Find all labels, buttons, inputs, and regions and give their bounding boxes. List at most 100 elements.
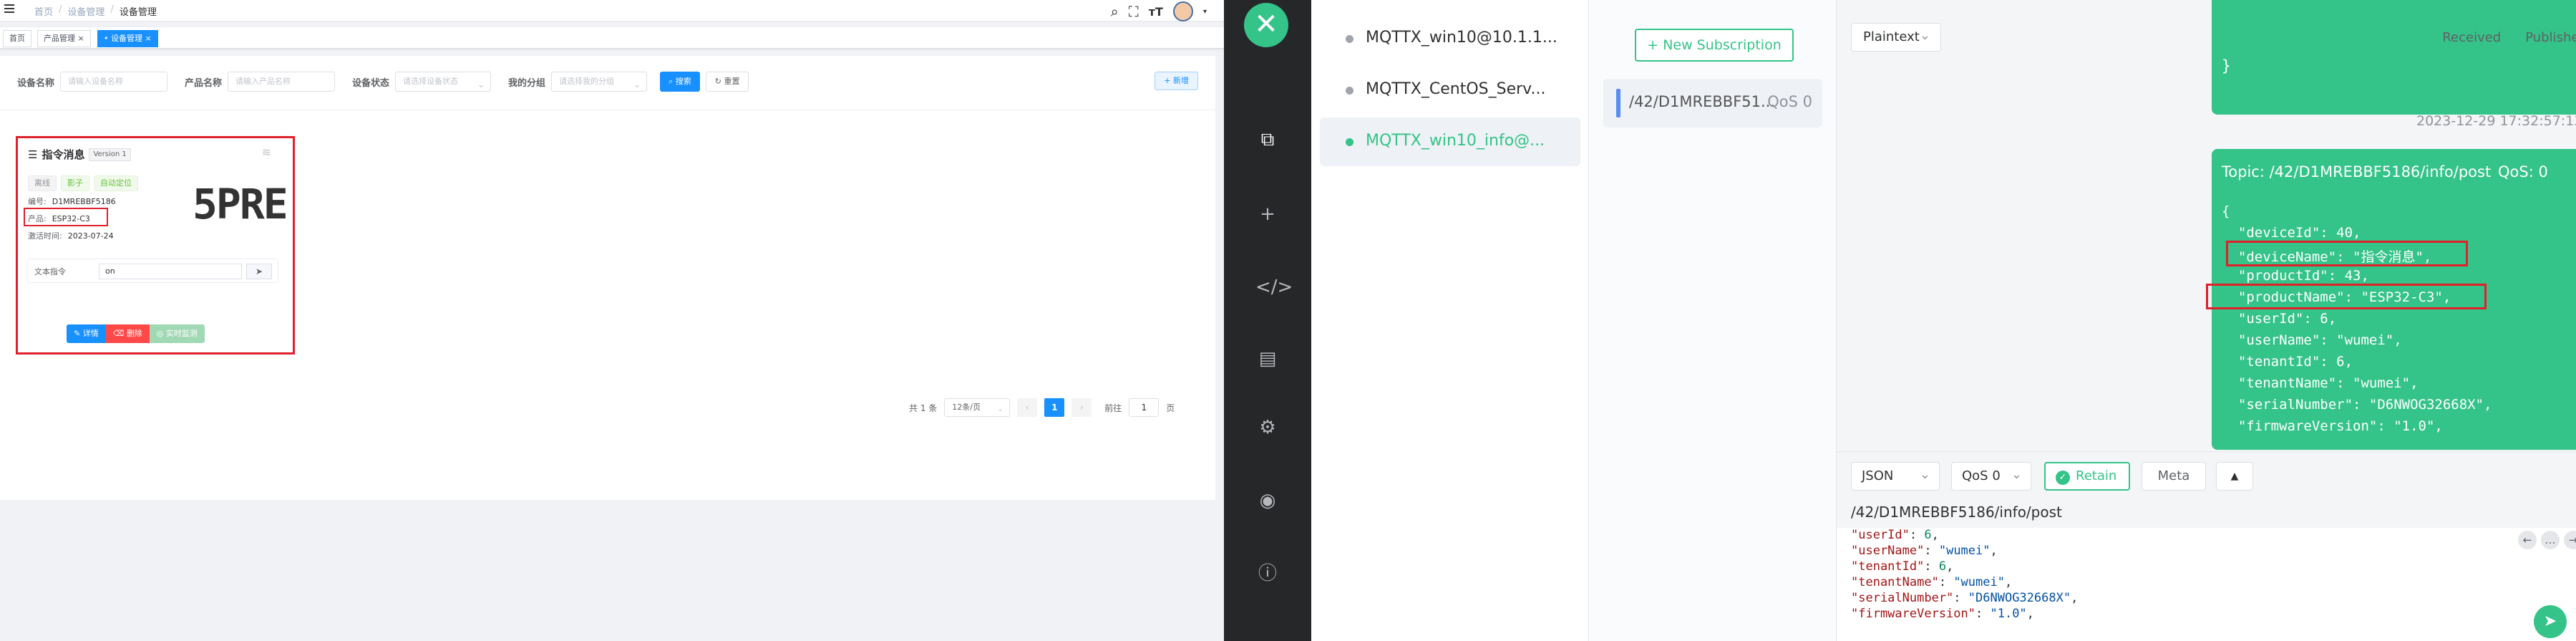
tags-view: 首页 产品管理 × • 设备管理 × bbox=[0, 27, 1224, 49]
realtime-monitor-button[interactable]: ◎ 实时监测 bbox=[149, 324, 205, 343]
delete-button[interactable]: ⌫ 删除 bbox=[105, 324, 150, 343]
plus-icon: + bbox=[1647, 37, 1663, 53]
connection-list: MQTTX_win10@10.1.1... MQTTX_CentOS_Serv.… bbox=[1311, 0, 1589, 641]
publish-composer: JSON QoS 0 ✓Retain Meta ▲ /42/D1MREBBF51… bbox=[1837, 451, 2576, 641]
plus-icon[interactable]: + bbox=[1255, 202, 1280, 226]
payload-line: "firmwareVersion": "1.0", bbox=[1851, 607, 2034, 621]
prev-page-button[interactable]: ‹ bbox=[1017, 398, 1038, 417]
device-badges: 离线 影子 自动定位 bbox=[28, 175, 138, 191]
send-command-icon[interactable]: ➤ bbox=[246, 264, 272, 279]
log-icon[interactable]: ▤ bbox=[1255, 347, 1280, 371]
subscription-color-bar bbox=[1616, 89, 1620, 117]
menu-toggle-icon[interactable] bbox=[4, 4, 14, 13]
breadcrumb-device-mgmt[interactable]: 设备管理 bbox=[67, 4, 105, 18]
my-group-select[interactable]: 请选择我的分组 bbox=[551, 72, 648, 94]
status-dot bbox=[1346, 138, 1353, 146]
top-navbar: 首页 / 设备管理 / 设备管理 ⌕ ⛶ тT ▾ bbox=[0, 0, 1224, 21]
connection-item-active[interactable]: MQTTX_win10_info@... bbox=[1320, 117, 1580, 166]
device-card[interactable]: ☰ 指令消息 Version 1 ≋ 离线 影子 自动定位 编号: D1MREBB… bbox=[16, 136, 295, 355]
product-name-label: 产品名称 bbox=[185, 77, 223, 89]
script-icon[interactable]: </> bbox=[1255, 275, 1293, 299]
payload-line: "userName": "wumei", bbox=[1851, 544, 1998, 558]
tab-all[interactable]: All bbox=[2402, 30, 2418, 45]
activation-time: 激活时间: 2023-07-24 bbox=[28, 231, 114, 241]
page-number[interactable]: 1 bbox=[1044, 398, 1065, 417]
search-icon[interactable]: ⌕ bbox=[1111, 3, 1119, 20]
device-name-input[interactable]: 请输入设备名称 bbox=[60, 72, 168, 92]
tab-received[interactable]: Received bbox=[2442, 30, 2501, 45]
next-page-button[interactable]: › bbox=[1071, 398, 1092, 417]
arrow-left-icon[interactable]: ← bbox=[2518, 531, 2537, 549]
send-button[interactable]: ➤ bbox=[2534, 605, 2567, 638]
edit-icon: ✎ bbox=[74, 329, 83, 338]
subscription-qos: QoS 0 bbox=[1767, 93, 1812, 110]
pagination: 共 1 条 12条/页 ‹ 1 › 前往 1 页 bbox=[909, 398, 1175, 418]
device-status-select[interactable]: 请选择设备状态 bbox=[395, 72, 492, 94]
text-command-label: 文本指令 bbox=[34, 267, 66, 276]
add-device-button[interactable]: + 新增 bbox=[1155, 72, 1198, 90]
refresh-icon: ↻ bbox=[714, 77, 724, 86]
payload-format-select[interactable]: Plaintext bbox=[1851, 22, 1941, 52]
location-badge: 自动定位 bbox=[94, 175, 138, 191]
mqttx-sidebar: ✕ ⧉ + </> ▤ ⚙ ◉ ⓘ bbox=[1224, 0, 1311, 641]
message-toolbar: Plaintext All Received Published bbox=[1837, 0, 2576, 72]
tag-device-mgmt[interactable]: • 设备管理 × bbox=[97, 30, 158, 47]
tag-product-mgmt[interactable]: 产品管理 × bbox=[37, 30, 91, 47]
connection-name: MQTTX_win10_info@... bbox=[1366, 132, 1545, 150]
publish-qos-select[interactable]: QoS 0 bbox=[1951, 461, 2031, 491]
status-dot bbox=[1346, 35, 1353, 43]
meta-button[interactable]: Meta bbox=[2142, 462, 2206, 491]
payload-editor[interactable]: "userId": 6, "userName": "wumei", "tenantI… bbox=[1851, 528, 2078, 622]
message-topic: Topic: /42/D1MREBBF5186/info/post bbox=[2222, 163, 2492, 180]
breadcrumb-home[interactable]: 首页 bbox=[34, 4, 53, 18]
retain-toggle[interactable]: ✓ Retain bbox=[2044, 462, 2130, 491]
message-bubble: Topic: /42/D1MREBBF5186/info/post QoS: 0… bbox=[2206, 149, 2576, 450]
text-command-input[interactable]: on bbox=[99, 264, 242, 279]
status-dot bbox=[1346, 87, 1353, 95]
payload-line: "userId": 6, bbox=[1851, 528, 1939, 542]
message-filter-tabs: All Received Published bbox=[2402, 30, 2576, 45]
device-name-label: 设备名称 bbox=[17, 77, 55, 89]
device-actions: ✎ 详情 ⌫ 删除 ◎ 实时监测 bbox=[67, 324, 205, 343]
page-unit: 页 bbox=[1166, 403, 1175, 413]
new-subscription-button[interactable]: + New Subscription bbox=[1635, 29, 1794, 62]
connection-item[interactable]: MQTTX_CentOS_Serv... bbox=[1320, 66, 1580, 115]
check-icon: ✓ bbox=[2056, 471, 2070, 485]
publish-topic-input[interactable]: /42/D1MREBBF5186/info/post bbox=[1851, 503, 2062, 521]
payload-line: "tenantId": 6, bbox=[1851, 559, 1954, 574]
breadcrumb: 首页 / 设备管理 / 设备管理 bbox=[34, 4, 157, 18]
font-size-icon[interactable]: тT bbox=[1149, 5, 1163, 19]
navbar-tools: ⌕ ⛶ тT ▾ bbox=[1111, 1, 1207, 21]
reset-button[interactable]: ↻ 重置 bbox=[705, 72, 749, 92]
avatar[interactable] bbox=[1172, 1, 1193, 21]
serial-number: 编号: D1MREBBF5186 bbox=[28, 197, 116, 206]
tab-published[interactable]: Published bbox=[2525, 30, 2576, 45]
tag-home[interactable]: 首页 bbox=[3, 30, 31, 47]
message-timestamp: 2023-12-29 17:32:57:134 bbox=[2416, 113, 2576, 129]
settings-icon[interactable]: ⚙ bbox=[1255, 415, 1280, 440]
product-name-input[interactable]: 请输入产品名称 bbox=[228, 72, 336, 92]
search-button[interactable]: ⌕ 搜索 bbox=[660, 72, 700, 92]
composer-toolbar: JSON QoS 0 ✓Retain Meta ▲ /42/D1MREBBF51… bbox=[1837, 452, 2576, 528]
text-command-row: 文本指令 on ➤ bbox=[26, 259, 278, 283]
payload-line: "tenantName": "wumei", bbox=[1851, 575, 2013, 589]
goto-page-input[interactable]: 1 bbox=[1129, 398, 1160, 417]
subscription-item[interactable]: /42/D1MREBBF51... QoS 0 bbox=[1603, 79, 1822, 127]
more-icon[interactable]: … bbox=[2541, 531, 2560, 549]
fullscreen-icon[interactable]: ⛶ bbox=[1129, 3, 1139, 20]
page-size-select[interactable]: 12条/页 bbox=[944, 398, 1011, 418]
connections-icon[interactable]: ⧉ bbox=[1255, 127, 1280, 152]
info-icon[interactable]: ⓘ bbox=[1255, 562, 1280, 586]
device-name: 指令消息 bbox=[42, 148, 85, 161]
wifi-signal-icon: ≋ bbox=[261, 145, 271, 159]
detail-button[interactable]: ✎ 详情 bbox=[67, 324, 106, 343]
arrow-right-icon[interactable]: → bbox=[2564, 531, 2576, 549]
publish-format-select[interactable]: JSON bbox=[1851, 461, 1940, 491]
connection-item[interactable]: MQTTX_win10@10.1.1... bbox=[1320, 14, 1580, 63]
product-name-highlight bbox=[2206, 284, 2487, 309]
payload-line: "serialNumber": "D6NWOG32668X", bbox=[1851, 591, 2079, 605]
caret-up-icon[interactable]: ▲ bbox=[2216, 462, 2253, 491]
rss-icon[interactable]: ◉ bbox=[1255, 488, 1280, 513]
caret-down-icon[interactable]: ▾ bbox=[1203, 8, 1207, 16]
device-card-title: ☰ 指令消息 Version 1 bbox=[28, 147, 131, 162]
